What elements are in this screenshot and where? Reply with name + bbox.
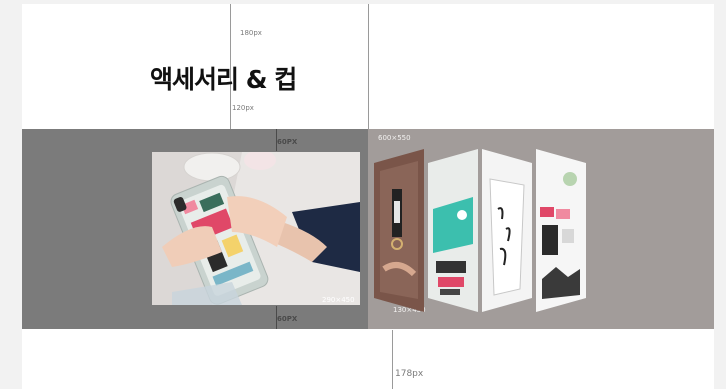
photo-size-label: 290×450: [322, 296, 355, 304]
product-card-cardholder: [428, 149, 478, 312]
phone-case-photo: [152, 152, 360, 305]
bottom-spacing-label: 178px: [395, 369, 424, 379]
center-guide-line: [368, 4, 369, 129]
title-spacing-label: 120px: [232, 104, 254, 112]
top-spacing-label: 180px: [240, 29, 262, 37]
product-card-glass-cup: [482, 149, 532, 312]
panel-size-label: 600×550: [378, 134, 411, 142]
band-top-padding-label: 60PX: [277, 138, 298, 146]
band-bottom-padding-label: 60PX: [277, 315, 298, 323]
page-title: 액세서리 & 컵: [150, 65, 297, 94]
product-card-poster: [536, 149, 586, 312]
product-card-keyring: [374, 149, 424, 312]
bottom-guide-line: [392, 330, 393, 389]
